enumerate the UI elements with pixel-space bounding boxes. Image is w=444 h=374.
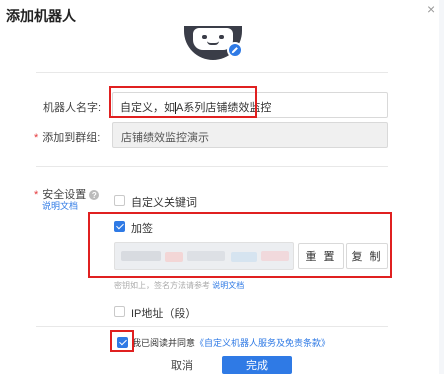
blurred-secret: [231, 252, 257, 262]
copy-button[interactable]: 复 制: [346, 243, 388, 269]
sign-option-label: 加签: [131, 223, 153, 235]
blurred-secret: [165, 252, 183, 262]
group-label-row: * 添加到群组:: [34, 129, 100, 145]
divider: [36, 72, 388, 73]
group-label: 添加到群组:: [42, 132, 101, 144]
robot-name-value-start: 自定义，如: [120, 102, 175, 114]
ip-checkbox[interactable]: [114, 306, 125, 317]
robot-eye-left: [202, 35, 207, 39]
blurred-secret: [261, 251, 289, 261]
robot-mouth: [207, 41, 219, 45]
divider: [36, 326, 388, 327]
reset-button[interactable]: 重 置: [298, 243, 344, 269]
dialog-title: 添加机器人: [6, 8, 76, 24]
robot-name-value-end: A系列店铺绩效监控: [176, 102, 272, 114]
security-doc-link[interactable]: 说明文档: [42, 199, 78, 212]
agreement-text: 我已阅读并同意: [132, 338, 196, 348]
group-field: 店铺绩效监控演示: [112, 122, 388, 148]
pencil-icon: [231, 47, 238, 54]
agreement-row: 我已阅读并同意《自定义机器人服务及免责条款》: [132, 336, 330, 349]
ip-option-label: IP地址（段）: [131, 308, 197, 320]
blurred-secret: [121, 251, 161, 261]
add-robot-dialog: 添加机器人 × 机器人名字: 自定义，如A系列店铺绩效监控 * 添加到群组: 店铺…: [0, 0, 444, 374]
sign-hint-doc-link[interactable]: 说明文档: [212, 281, 244, 290]
keyword-checkbox[interactable]: [114, 195, 125, 206]
blurred-secret: [187, 251, 225, 261]
sign-checkbox[interactable]: [114, 221, 125, 232]
agreement-terms-link[interactable]: 《自定义机器人服务及免责条款》: [195, 338, 330, 348]
close-icon[interactable]: ×: [427, 2, 435, 16]
required-mark: *: [34, 132, 39, 144]
keyword-option-label: 自定义关键词: [131, 197, 197, 209]
secret-field: [114, 242, 294, 270]
done-button[interactable]: 完成: [222, 356, 292, 374]
required-mark: *: [34, 189, 39, 201]
robot-eye-right: [219, 35, 224, 39]
divider: [36, 166, 388, 167]
robot-name-input[interactable]: 自定义，如A系列店铺绩效监控: [112, 92, 388, 118]
cancel-button[interactable]: 取消: [143, 356, 221, 374]
avatar-edit-button[interactable]: [227, 42, 243, 58]
sign-hint-text: 密钥如上，签名方法请参考: [114, 281, 210, 290]
sign-hint: 密钥如上，签名方法请参考 说明文档: [114, 280, 244, 291]
agree-checkbox[interactable]: [117, 337, 128, 348]
help-icon[interactable]: ?: [89, 190, 100, 201]
background-strip: [439, 0, 444, 374]
robot-name-label: 机器人名字:: [43, 102, 102, 114]
